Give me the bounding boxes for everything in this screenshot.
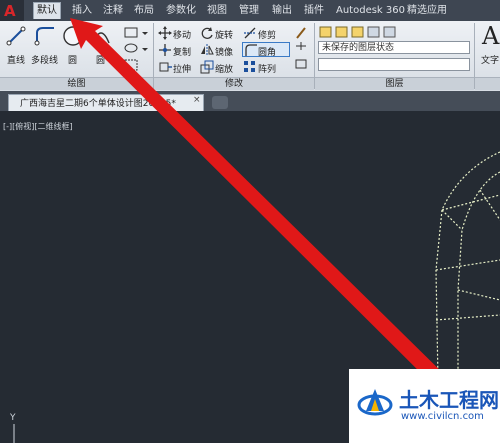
watermark-logo-icon <box>357 389 393 416</box>
watermark: 土木工程网 www.civilcn.com <box>349 369 500 443</box>
watermark-name: 土木工程网 <box>399 388 499 412</box>
watermark-url: www.civilcn.com <box>401 411 484 422</box>
